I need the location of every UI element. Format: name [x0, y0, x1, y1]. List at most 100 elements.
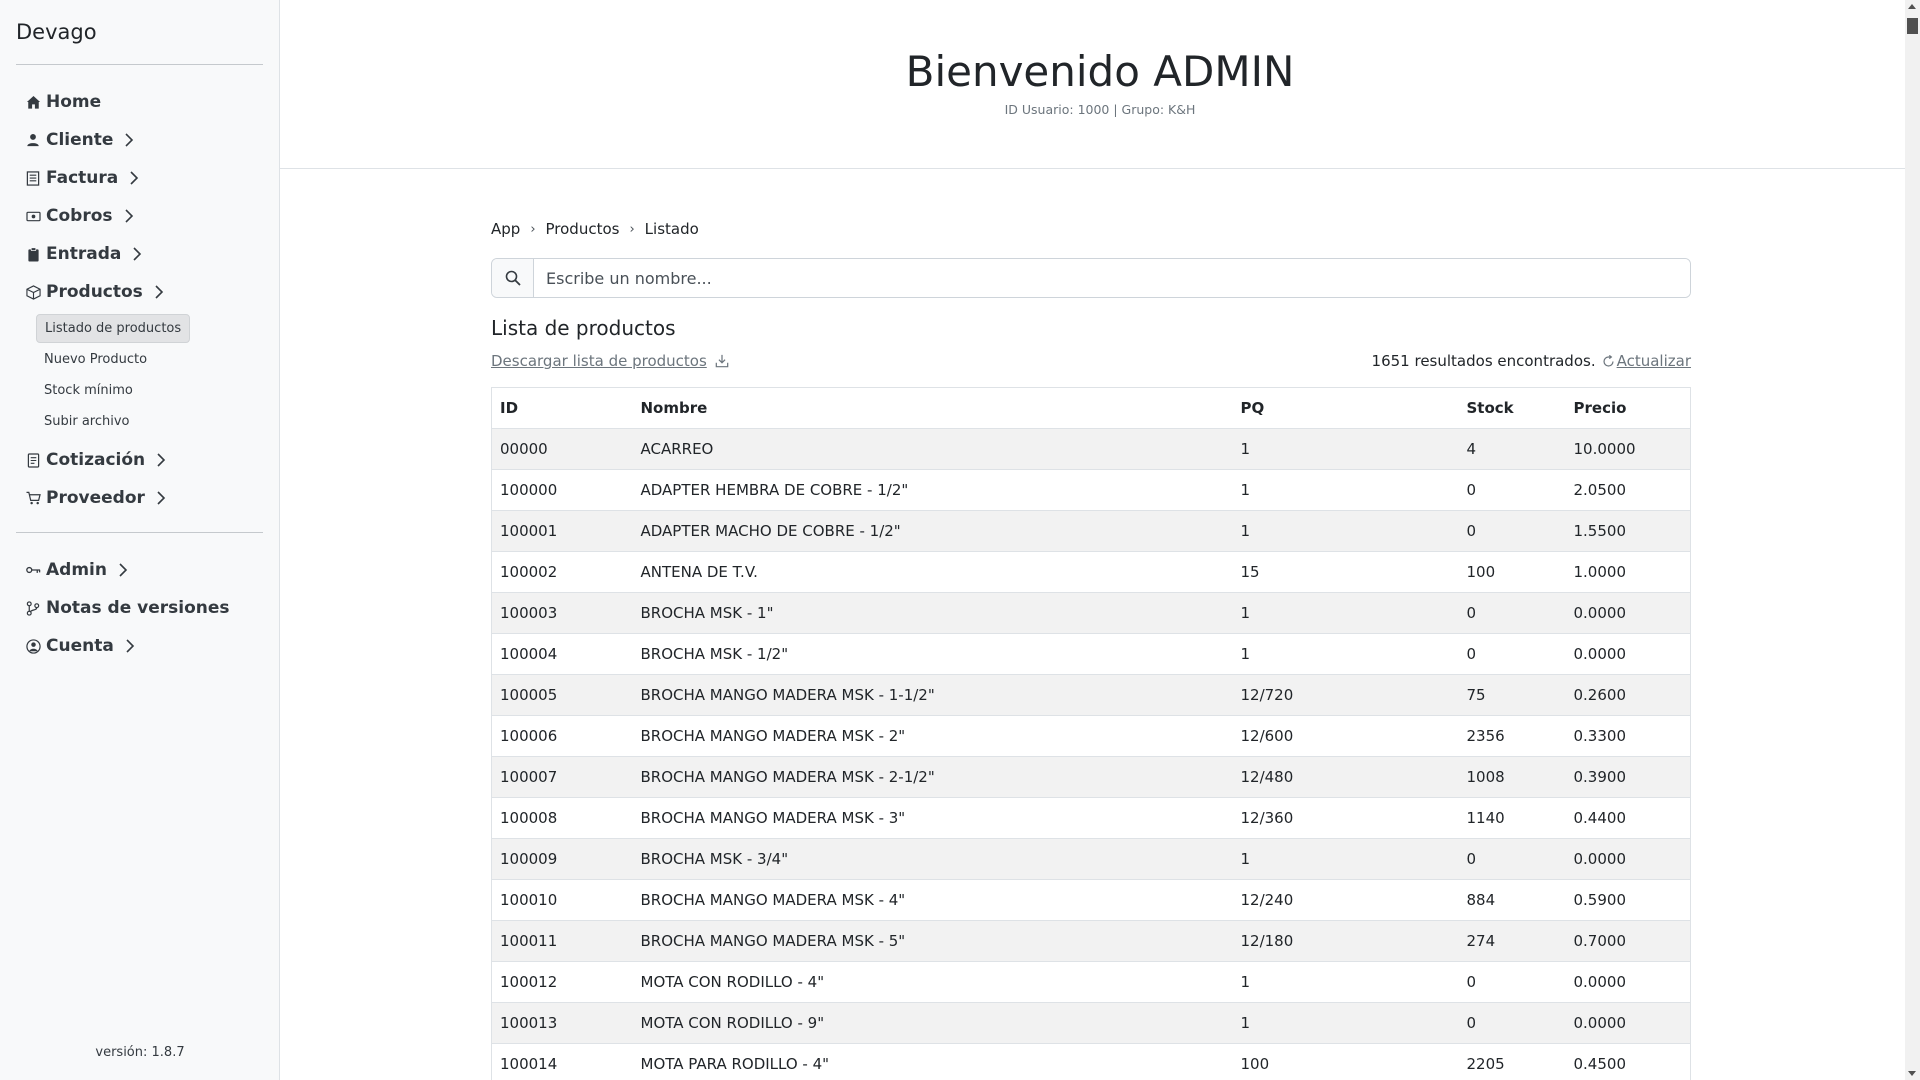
- cell-precio: 0.0000: [1565, 1002, 1691, 1044]
- table-row[interactable]: 100010 BROCHA MANGO MADERA MSK - 4" 12/240…: [491, 879, 1691, 921]
- cell-stock: 75: [1458, 674, 1566, 716]
- user-info: ID Usuario: 1000 | Grupo: K&H: [1004, 102, 1196, 117]
- cell-stock: 1008: [1458, 756, 1566, 798]
- sidebar-item-home[interactable]: Home: [16, 83, 263, 121]
- cell-precio: 2.0500: [1565, 469, 1691, 511]
- subitem-stock-minimo[interactable]: Stock mínimo: [16, 375, 263, 406]
- cell-nombre: MOTA CON RODILLO - 4": [632, 961, 1233, 1003]
- scroll-up-icon[interactable]: [1908, 4, 1916, 9]
- cell-precio: 0.0000: [1565, 592, 1691, 634]
- sidebar-item-label: Notas de versiones: [46, 598, 230, 618]
- table-row[interactable]: 100004 BROCHA MSK - 1/2" 1 0 0.0000: [491, 633, 1691, 675]
- cell-id: 100011: [491, 920, 633, 962]
- cell-precio: 1.5500: [1565, 510, 1691, 552]
- page-title: Bienvenido ADMIN: [905, 47, 1295, 96]
- table-row[interactable]: 00000 ACARREO 1 4 10.0000: [491, 428, 1691, 470]
- results-summary: 1651 resultados encontrados. Actualizar: [1372, 352, 1691, 370]
- subitem-listado-productos[interactable]: Listado de productos: [16, 313, 263, 344]
- sidebar-nav-3: Admin Notas de versiones Cuenta: [16, 551, 263, 665]
- subitem-subir-archivo[interactable]: Subir archivo: [16, 406, 263, 437]
- breadcrumb-separator-icon: ›: [530, 221, 536, 237]
- sidebar-nav-2: Cotización Proveedor: [16, 441, 263, 517]
- column-header-precio[interactable]: Precio: [1565, 387, 1691, 429]
- table-row[interactable]: 100014 MOTA PARA RODILLO - 4" 100 2205 0.450…: [491, 1043, 1691, 1080]
- sidebar-item-label: Entrada: [46, 244, 122, 264]
- cell-nombre: ANTENA DE T.V.: [632, 551, 1233, 593]
- sidebar-item-cliente[interactable]: Cliente: [16, 121, 263, 159]
- table-row[interactable]: 100007 BROCHA MANGO MADERA MSK - 2-1/2" 12…: [491, 756, 1691, 798]
- sidebar-item-entrada[interactable]: Entrada: [16, 235, 263, 273]
- cell-id: 100010: [491, 879, 633, 921]
- sidebar-item-factura[interactable]: Factura: [16, 159, 263, 197]
- sidebar-item-label: Productos: [46, 282, 143, 302]
- list-toolbar: Descargar lista de productos 1651 result…: [491, 350, 1691, 372]
- breadcrumb-productos[interactable]: Productos: [546, 220, 620, 238]
- cell-id: 100014: [491, 1043, 633, 1080]
- table-row[interactable]: 100013 MOTA CON RODILLO - 9" 1 0 0.0000: [491, 1002, 1691, 1044]
- main-content: Bienvenido ADMIN ID Usuario: 1000 | Grup…: [280, 0, 1920, 1080]
- cell-stock: 0: [1458, 592, 1566, 634]
- sidebar-item-productos[interactable]: Productos: [16, 273, 263, 311]
- cell-stock: 274: [1458, 920, 1566, 962]
- table-row[interactable]: 100000 ADAPTER HEMBRA DE COBRE - 1/2" 1 0 2.…: [491, 469, 1691, 511]
- cell-stock: 884: [1458, 879, 1566, 921]
- chevron-right-icon: [123, 133, 135, 147]
- cell-nombre: BROCHA MSK - 3/4": [632, 838, 1233, 880]
- breadcrumb-app[interactable]: App: [491, 220, 520, 238]
- cell-precio: 1.0000: [1565, 551, 1691, 593]
- table-row[interactable]: 100011 BROCHA MANGO MADERA MSK - 5" 12/180…: [491, 920, 1691, 962]
- cell-nombre: ACARREO: [632, 428, 1233, 470]
- download-list-link[interactable]: Descargar lista de productos: [491, 352, 729, 370]
- chevron-right-icon: [117, 563, 129, 577]
- cell-pq: 12/600: [1232, 715, 1459, 757]
- column-header-stock[interactable]: Stock: [1458, 387, 1566, 429]
- scroll-down-icon[interactable]: [1908, 1071, 1916, 1076]
- search-input[interactable]: [534, 259, 1690, 297]
- column-header-nombre[interactable]: Nombre: [632, 387, 1233, 429]
- sidebar-item-label: Cliente: [46, 130, 114, 150]
- column-header-pq[interactable]: PQ: [1232, 387, 1459, 429]
- cell-precio: 0.3300: [1565, 715, 1691, 757]
- cell-id: 100009: [491, 838, 633, 880]
- table-row[interactable]: 100002 ANTENA DE T.V. 15 100 1.0000: [491, 551, 1691, 593]
- table-row[interactable]: 100008 BROCHA MANGO MADERA MSK - 3" 12/360…: [491, 797, 1691, 839]
- refresh-link[interactable]: Actualizar: [1602, 352, 1691, 370]
- cell-precio: 0.5900: [1565, 879, 1691, 921]
- table-row[interactable]: 100005 BROCHA MANGO MADERA MSK - 1-1/2" 12…: [491, 674, 1691, 716]
- scroll-thumb[interactable]: [1907, 18, 1918, 34]
- user-icon: [25, 132, 41, 148]
- sidebar-item-cotizacion[interactable]: Cotización: [16, 441, 263, 479]
- receipt-icon: [25, 452, 41, 468]
- cell-precio: 0.3900: [1565, 756, 1691, 798]
- cart-icon: [25, 490, 41, 506]
- table-row[interactable]: 100006 BROCHA MANGO MADERA MSK - 2" 12/600…: [491, 715, 1691, 757]
- products-table: ID Nombre PQ Stock Precio 00000 ACARREO 1 4…: [491, 387, 1691, 1080]
- cell-id: 100005: [491, 674, 633, 716]
- download-icon: [715, 354, 729, 368]
- table-row[interactable]: 100001 ADAPTER MACHO DE COBRE - 1/2" 1 0 1.5…: [491, 510, 1691, 552]
- cash-icon: [25, 208, 41, 224]
- sidebar-item-cobros[interactable]: Cobros: [16, 197, 263, 235]
- product-list-section: App › Productos › Listado Lista de produ…: [491, 218, 1691, 1080]
- cell-id: 100007: [491, 756, 633, 798]
- sidebar-item-cuenta[interactable]: Cuenta: [16, 627, 263, 665]
- table-body: 00000 ACARREO 1 4 10.0000 100000 ADAPTER HEMBR…: [491, 428, 1691, 1080]
- sidebar-item-notas[interactable]: Notas de versiones: [16, 589, 263, 627]
- page-scrollbar[interactable]: [1905, 0, 1920, 1080]
- table-header-row: ID Nombre PQ Stock Precio: [491, 387, 1691, 429]
- cell-id: 100012: [491, 961, 633, 1003]
- search-icon: [492, 259, 534, 297]
- sidebar-item-label: Home: [46, 92, 102, 112]
- breadcrumb: App › Productos › Listado: [491, 218, 1691, 240]
- cell-pq: 1: [1232, 469, 1459, 511]
- sidebar-item-proveedor[interactable]: Proveedor: [16, 479, 263, 517]
- table-row[interactable]: 100003 BROCHA MSK - 1" 1 0 0.0000: [491, 592, 1691, 634]
- cell-id: 100001: [491, 510, 633, 552]
- brand-title[interactable]: Devago: [16, 0, 263, 64]
- table-row[interactable]: 100009 BROCHA MSK - 3/4" 1 0 0.0000: [491, 838, 1691, 880]
- sidebar-item-admin[interactable]: Admin: [16, 551, 263, 589]
- table-row[interactable]: 100012 MOTA CON RODILLO - 4" 1 0 0.0000: [491, 961, 1691, 1003]
- column-header-id[interactable]: ID: [491, 387, 633, 429]
- sidebar-item-label: Admin: [46, 560, 107, 580]
- subitem-nuevo-producto[interactable]: Nuevo Producto: [16, 344, 263, 375]
